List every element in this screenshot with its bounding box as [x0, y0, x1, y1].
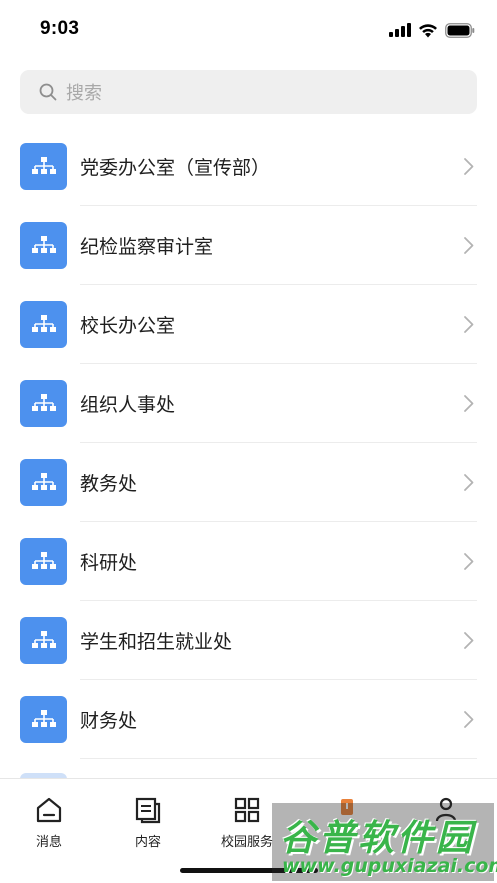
tab-label: 内容: [134, 834, 161, 849]
list-item-label: 纪检监察审计室: [80, 237, 214, 258]
watermark: 谷普软件园 www.gupuxiazai.com: [272, 803, 497, 881]
org-chart-icon: [20, 222, 67, 269]
list-item[interactable]: 党委办公室（宣传部）: [0, 127, 497, 206]
watermark-url: www.gupuxiazai.com: [282, 855, 497, 877]
list-item[interactable]: 科研处: [0, 522, 497, 601]
list-item-label: 组织人事处: [80, 395, 176, 416]
list-item[interactable]: 财务处: [0, 680, 497, 759]
list-item-label: 党委办公室（宣传部）: [80, 158, 271, 179]
chevron-right-icon: [464, 158, 474, 175]
status-time: 9:03: [40, 18, 80, 39]
list-item-label: 校长办公室: [80, 316, 176, 337]
list-item-label: 学生和招生就业处: [80, 632, 233, 653]
wifi-icon: [419, 23, 437, 37]
chevron-right-icon: [464, 474, 474, 491]
list-item[interactable]: 组织人事处: [0, 364, 497, 443]
org-chart-icon: [20, 301, 67, 348]
grid-icon: [234, 797, 260, 823]
search-icon: [39, 83, 57, 101]
tab-messages[interactable]: 消息: [4, 795, 94, 850]
list-item-label: 教务处: [80, 474, 138, 495]
document-icon: [135, 797, 161, 824]
list-item-label: 科研处: [80, 553, 138, 574]
chevron-right-icon: [464, 395, 474, 412]
status-bar: 9:03: [0, 0, 497, 60]
watermark-title: 谷普软件园: [280, 818, 476, 859]
divider: [80, 758, 477, 759]
tab-label: 消息: [35, 834, 62, 849]
list-item[interactable]: 校长办公室: [0, 285, 497, 364]
org-chart-icon: [20, 143, 67, 190]
home-icon: [36, 797, 62, 823]
cellular-signal-icon: [389, 23, 411, 37]
chevron-right-icon: [464, 237, 474, 254]
list-item[interactable]: 学生和招生就业处: [0, 601, 497, 680]
org-chart-icon: [20, 617, 67, 664]
chevron-right-icon: [464, 632, 474, 649]
battery-icon: [445, 22, 475, 38]
tab-content[interactable]: 内容: [103, 795, 193, 850]
status-icons: [389, 20, 475, 40]
chevron-right-icon: [464, 316, 474, 333]
search-placeholder: 搜索: [66, 83, 102, 103]
org-chart-icon: [20, 459, 67, 506]
list-item-label: 财务处: [80, 711, 138, 732]
chevron-right-icon: [464, 553, 474, 570]
list-item[interactable]: 纪检监察审计室: [0, 206, 497, 285]
chevron-right-icon: [464, 711, 474, 728]
department-list: 党委办公室（宣传部） 纪检监察审计室 校长办公室 组织人事处 教务处 科研处 学…: [0, 127, 497, 759]
org-chart-icon: [20, 380, 67, 427]
list-item[interactable]: 教务处: [0, 443, 497, 522]
search-input[interactable]: 搜索: [20, 70, 477, 114]
org-chart-icon: [20, 696, 67, 743]
org-chart-icon: [20, 538, 67, 585]
